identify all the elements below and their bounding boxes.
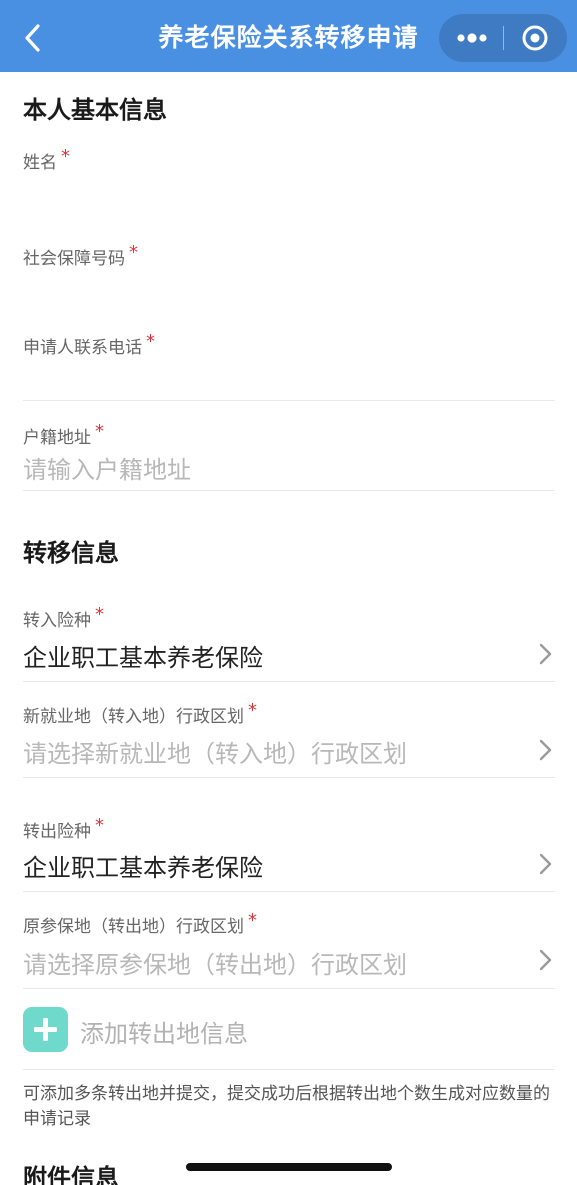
home-indicator[interactable] [186, 1163, 392, 1171]
close-mini-program-button[interactable] [504, 14, 567, 62]
divider [23, 681, 555, 682]
new-region-label: 新就业地（转入地）行政区划 * [23, 700, 257, 727]
divider [23, 1069, 555, 1070]
hukou-label-text: 户籍地址 [23, 428, 91, 448]
in-type-label: 转入险种 * [23, 604, 104, 631]
divider [23, 400, 555, 401]
in-type-select[interactable]: 企业职工基本养老保险 [23, 638, 263, 673]
orig-region-label: 原参保地（转出地）行政区划 * [23, 910, 257, 937]
required-mark: * [248, 700, 257, 721]
orig-region-label-text: 原参保地（转出地）行政区划 [23, 917, 244, 937]
add-outbound-label[interactable]: 添加转出地信息 [80, 1014, 248, 1049]
required-mark: * [95, 815, 104, 836]
ssn-input[interactable] [23, 272, 523, 306]
out-type-label: 转出险种 * [23, 815, 104, 842]
add-outbound-button[interactable] [23, 1007, 68, 1052]
hukou-label: 户籍地址 * [23, 421, 104, 448]
divider [23, 988, 555, 989]
chevron-right-icon[interactable] [534, 850, 556, 878]
target-circle-icon [522, 25, 548, 51]
out-type-label-text: 转出险种 [23, 822, 91, 842]
required-mark: * [146, 331, 155, 352]
in-type-label-text: 转入险种 [23, 611, 91, 631]
required-mark: * [248, 910, 257, 931]
ssn-label-text: 社会保障号码 [23, 249, 125, 269]
chevron-right-icon[interactable] [534, 736, 556, 764]
phone-input[interactable] [23, 360, 523, 394]
required-mark: * [61, 146, 70, 167]
new-region-label-text: 新就业地（转入地）行政区划 [23, 707, 244, 727]
more-button[interactable] [439, 14, 503, 62]
mini-program-capsule [439, 14, 567, 62]
section-title-transfer: 转移信息 [23, 539, 119, 567]
navigation-bar: 养老保险关系转移申请 [0, 0, 577, 72]
new-region-select[interactable]: 请选择新就业地（转入地）行政区划 [23, 734, 407, 769]
required-mark: * [95, 604, 104, 625]
more-dots-icon [457, 33, 487, 43]
chevron-right-icon[interactable] [534, 640, 556, 668]
ssn-label: 社会保障号码 * [23, 242, 138, 269]
divider [23, 891, 555, 892]
required-mark: * [129, 242, 138, 263]
divider [23, 777, 555, 778]
plus-icon [34, 1018, 57, 1041]
out-type-select[interactable]: 企业职工基本养老保险 [23, 848, 263, 883]
orig-region-select[interactable]: 请选择原参保地（转出地）行政区划 [23, 945, 407, 980]
chevron-right-icon[interactable] [534, 946, 556, 974]
name-label: 姓名 * [23, 146, 70, 173]
phone-label: 申请人联系电话 * [23, 331, 155, 358]
name-label-text: 姓名 [23, 153, 57, 173]
divider [23, 490, 555, 491]
phone-label-text: 申请人联系电话 [23, 338, 142, 358]
required-mark: * [95, 421, 104, 442]
section-title-personal: 本人基本信息 [23, 96, 167, 124]
section-title-attachments: 附件信息 [23, 1164, 119, 1185]
name-input[interactable] [23, 180, 523, 214]
transfer-note: 可添加多条转出地并提交，提交成功后根据转出地个数生成对应数量的申请记录 [23, 1084, 550, 1129]
hukou-address-input[interactable]: 请输入户籍地址 [23, 450, 191, 485]
